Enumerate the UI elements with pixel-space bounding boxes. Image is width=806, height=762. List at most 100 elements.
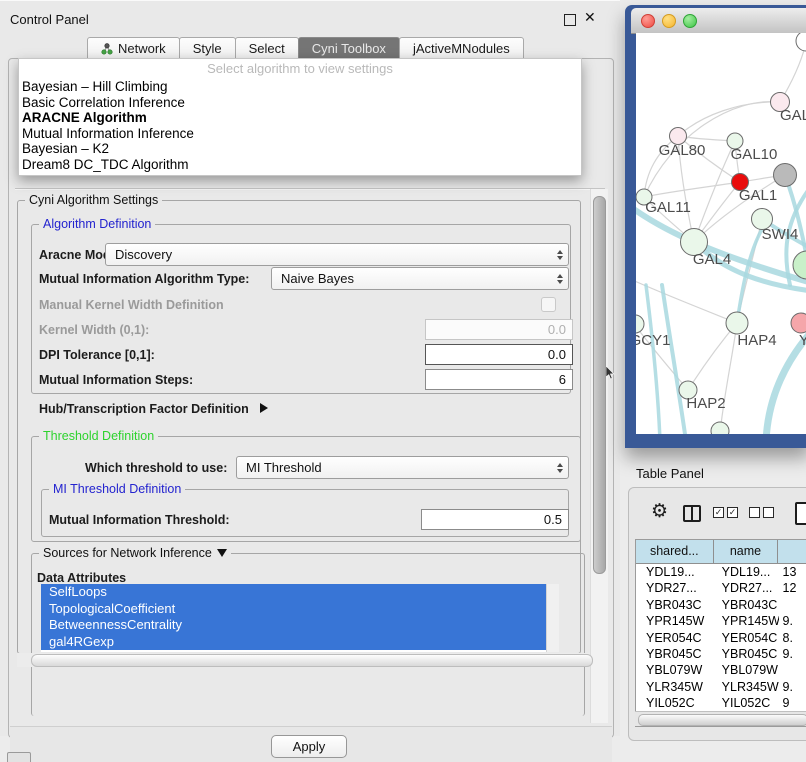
attribute-item[interactable]: TopologicalCoefficient: [41, 601, 546, 618]
mi-steps-input[interactable]: 6: [425, 369, 573, 390]
node-label: GAL10: [731, 146, 778, 163]
table-settings-gear-icon[interactable]: ⚙: [651, 502, 668, 521]
table-hscrollbar-track[interactable]: [635, 711, 806, 726]
table-row[interactable]: YPR145WYPR145W9.: [636, 613, 806, 629]
apply-strip: Apply: [10, 726, 612, 762]
split-view-icon[interactable]: [683, 505, 701, 522]
clear-selection-checkbox-icon[interactable]: [763, 507, 774, 518]
dpi-tolerance-label: DPI Tolerance [0,1]:: [39, 348, 155, 362]
tab-jactivemnodules[interactable]: jActiveMNodules: [399, 37, 524, 60]
table-hscrollbar-thumb[interactable]: [638, 714, 806, 726]
table-cell: 9.: [779, 679, 806, 695]
algorithm-option[interactable]: Bayesian – K2: [22, 141, 581, 157]
table-panel: ⚙ ✓ ✓ shared... name YDL19...YDL19...13Y…: [628, 487, 806, 741]
network-node[interactable]: [796, 33, 806, 51]
node-label: HAP4: [737, 332, 776, 349]
table-cell: 9: [779, 695, 806, 711]
network-graph: GALGAL80GAL10GAL1GAL11SWI4GAL4GCY1HAP4YH…: [636, 33, 806, 434]
table-row[interactable]: YBR043CYBR043C: [636, 597, 806, 613]
dpi-tolerance-input[interactable]: 0.0: [425, 344, 573, 365]
tab-network[interactable]: Network: [87, 37, 180, 60]
tab-style[interactable]: Style: [179, 37, 236, 60]
manual-kernel-width-checkbox[interactable]: [541, 297, 556, 312]
aracne-mode-select[interactable]: Discovery: [105, 243, 569, 266]
attribute-item[interactable]: SelfLoops: [41, 584, 546, 601]
table-cell: 13: [779, 564, 806, 580]
threshold-value: MI Threshold: [237, 460, 552, 475]
mi-threshold-label: Mutual Information Threshold:: [49, 513, 230, 527]
settings-vscrollbar-thumb[interactable]: [593, 196, 606, 574]
table-row[interactable]: YLR345WYLR345W9.: [636, 679, 806, 695]
threshold-definition-title: Threshold Definition: [39, 429, 158, 443]
apply-button[interactable]: Apply: [271, 735, 347, 758]
sources-toggle[interactable]: Sources for Network Inference: [39, 546, 231, 560]
hub-definition-label: Hub/Transcription Factor Definition: [39, 402, 249, 416]
network-node[interactable]: [774, 164, 797, 187]
file-icon[interactable]: [795, 502, 806, 525]
node-label: GAL80: [659, 142, 706, 159]
select-all-checkbox-icon[interactable]: ✓: [713, 507, 724, 518]
mi-threshold-input[interactable]: 0.5: [421, 509, 569, 530]
table-cell: YDL19...: [714, 564, 779, 580]
minimize-window-button[interactable]: [662, 14, 676, 28]
network-window: GALGAL80GAL10GAL1GAL11SWI4GAL4GCY1HAP4YH…: [625, 5, 806, 448]
algorithm-option[interactable]: Basic Correlation Inference: [22, 95, 581, 111]
tab-select[interactable]: Select: [235, 37, 299, 60]
kernel-width-label: Kernel Width (0,1):: [39, 323, 149, 337]
table-row[interactable]: YIL052CYIL052C9: [636, 695, 806, 711]
kernel-width-input: 0.0: [425, 319, 573, 340]
window-title-bar[interactable]: [631, 8, 806, 34]
clear-selection-checkbox-icon[interactable]: [749, 507, 760, 518]
network-node[interactable]: [791, 313, 806, 333]
table-row[interactable]: YDL19...YDL19...13: [636, 564, 806, 580]
data-attributes-list[interactable]: SelfLoopsTopologicalCoefficientBetweenne…: [41, 584, 558, 652]
network-node[interactable]: [636, 315, 644, 333]
restore-panel-button[interactable]: [7, 752, 31, 762]
table-cell: YLR345W: [714, 679, 779, 695]
tab-cyni-toolbox[interactable]: Cyni Toolbox: [298, 37, 400, 60]
mi-algorithm-type-select[interactable]: Naive Bayes: [271, 267, 569, 290]
table-row[interactable]: YBR045CYBR045C9.: [636, 646, 806, 662]
network-node[interactable]: [726, 312, 748, 334]
network-node[interactable]: [711, 422, 729, 434]
table-header-row: shared... name: [636, 540, 806, 564]
table-row[interactable]: YER054CYER054C8.: [636, 630, 806, 646]
attribute-item[interactable]: gal4RGexp: [41, 634, 546, 651]
algorithm-option[interactable]: Dream8 DC_TDC Algorithm: [22, 157, 581, 173]
combo-arrows-icon: [552, 274, 568, 284]
algorithm-option[interactable]: ARACNE Algorithm: [22, 110, 581, 126]
mi-threshold-definition-title: MI Threshold Definition: [49, 482, 185, 496]
collapse-arrow-icon: [217, 549, 227, 557]
float-panel-icon[interactable]: [564, 14, 576, 26]
node-label: GAL4: [693, 251, 731, 268]
threshold-select[interactable]: MI Threshold: [236, 456, 569, 479]
control-panel-title: Control Panel: [10, 12, 89, 27]
column-header-partial[interactable]: [778, 540, 806, 563]
close-panel-icon[interactable]: ✕: [584, 9, 596, 26]
table-row[interactable]: YDR27...YDR27...12: [636, 580, 806, 596]
table-cell: YDR27...: [714, 580, 779, 596]
control-panel: Control Panel ✕ Network Style Select: [0, 0, 620, 736]
settings-hscrollbar-thumb[interactable]: [31, 654, 593, 667]
expand-arrow-icon: [260, 403, 268, 413]
column-header-name[interactable]: name: [714, 540, 779, 563]
attributes-scrollbar[interactable]: [546, 584, 559, 652]
table-row[interactable]: YBL079WYBL079W: [636, 662, 806, 678]
algorithm-option-list: Bayesian – Hill ClimbingBasic Correlatio…: [19, 79, 581, 172]
node-label: SWI4: [762, 226, 799, 243]
network-canvas[interactable]: GALGAL80GAL10GAL1GAL11SWI4GAL4GCY1HAP4YH…: [636, 33, 806, 434]
network-tab-icon: [101, 43, 113, 55]
table-cell: YDL19...: [636, 564, 714, 580]
table-cell: YER054C: [714, 630, 779, 646]
algorithm-option[interactable]: Bayesian – Hill Climbing: [22, 79, 581, 95]
column-header-shared-name[interactable]: shared...: [636, 540, 714, 563]
algorithm-option[interactable]: Mutual Information Inference: [22, 126, 581, 142]
node-label: Y: [799, 332, 806, 349]
close-window-button[interactable]: [641, 14, 655, 28]
network-node[interactable]: [793, 251, 806, 279]
zoom-window-button[interactable]: [683, 14, 697, 28]
attribute-item[interactable]: BetweennessCentrality: [41, 617, 546, 634]
select-all-checkbox-icon[interactable]: ✓: [727, 507, 738, 518]
sources-title: Sources for Network Inference: [43, 546, 212, 560]
hub-definition-toggle[interactable]: Hub/Transcription Factor Definition: [39, 402, 268, 416]
